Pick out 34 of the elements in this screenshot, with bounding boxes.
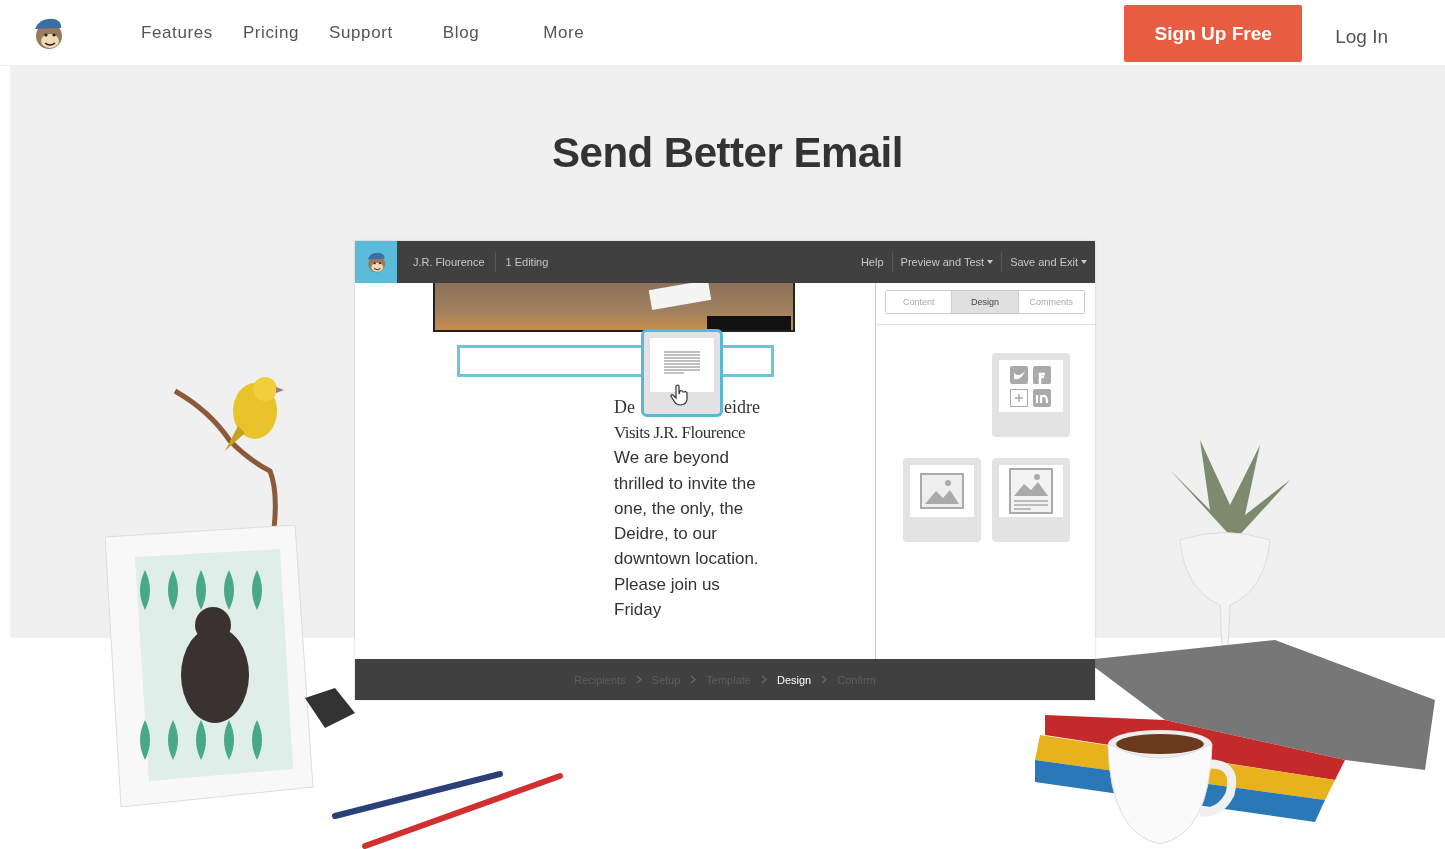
content-block[interactable]: [992, 353, 1070, 437]
panel-tab[interactable]: Design: [951, 291, 1018, 313]
chevron-icon: [821, 675, 828, 684]
image-with-caption-icon: [1009, 468, 1053, 514]
chevron-icon: [761, 675, 767, 684]
image-icon: [920, 473, 964, 509]
hero-title: Send Better Email: [551, 128, 904, 178]
sign-up-button[interactable]: Sign Up Free: [1124, 5, 1303, 62]
content-block[interactable]: [903, 458, 981, 542]
step-link[interactable]: Design: [777, 673, 812, 686]
phone-drawing: [305, 688, 355, 728]
text-lines-icon: [664, 350, 700, 376]
nav-link[interactable]: Features: [141, 22, 213, 43]
editing-status: 1 Editing: [494, 252, 559, 272]
nav-link[interactable]: Support: [329, 22, 393, 43]
content-block[interactable]: [992, 458, 1070, 542]
caret-icon: [987, 260, 994, 264]
campaign-name: J.R. Flourence: [412, 255, 486, 270]
hand-cursor-icon: [670, 384, 690, 406]
nav-link[interactable]: More: [543, 22, 585, 43]
menu-link[interactable]: Save and Exit: [1001, 252, 1095, 272]
chevron-icon: [635, 675, 642, 684]
social-icons-icon: [1008, 364, 1054, 408]
email-heading-fragment: eidre: [724, 396, 760, 419]
dragged-text-block[interactable]: [641, 329, 723, 417]
menu-link[interactable]: Preview and Test: [891, 252, 1002, 272]
nav-link[interactable]: Pricing: [242, 22, 300, 43]
menu-link[interactable]: Help: [852, 252, 892, 272]
nav-link[interactable]: Blog: [442, 22, 480, 43]
chevron-icon: [690, 675, 697, 684]
email-text: Visits J.R. Flourence We are beyond thrilled to invite the one, the only, the Deidre, to our downtown location. Please join us Friday: [614, 422, 760, 622]
caret-icon: [1081, 260, 1087, 264]
email-heading-fragment: De: [614, 396, 635, 419]
login-link[interactable]: Log In: [1335, 25, 1388, 48]
